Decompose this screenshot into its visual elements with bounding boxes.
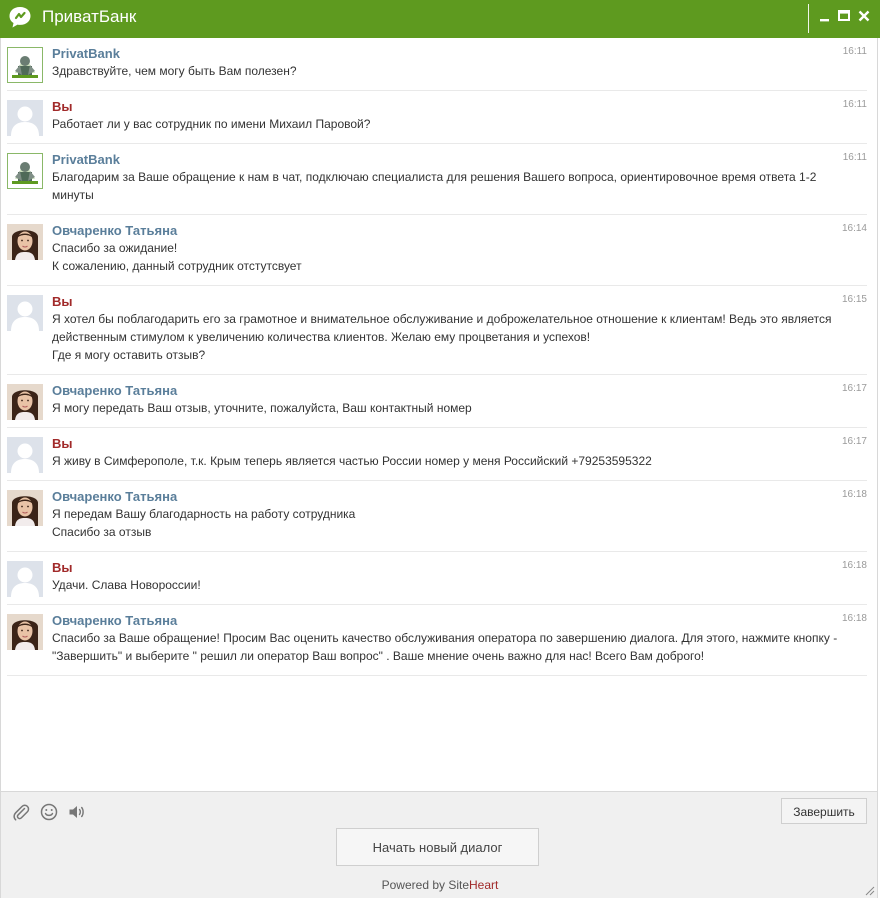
message-text: Я могу передать Ваш отзыв, уточните, пож… xyxy=(52,401,472,415)
message-time: 16:15 xyxy=(841,294,867,305)
sound-icon[interactable] xyxy=(67,802,87,822)
chat-message: Вы 16:11 Работает ли у вас сотрудник по им… xyxy=(7,91,867,144)
resize-grip-icon[interactable] xyxy=(863,884,875,896)
operator-avatar xyxy=(7,224,43,260)
chat-message: Вы 16:17 Я живу в Симферополе, т.к. Крым т… xyxy=(7,428,867,481)
message-author: Овчаренко Татьяна xyxy=(52,613,178,628)
bot-avatar xyxy=(7,153,43,189)
chat-message: PrivatBank 16:11 Здравствуйте, чем могу бы… xyxy=(7,38,867,91)
message-text: К сожалению, данный сотрудник отстутсвуе… xyxy=(52,259,302,273)
chat-message: Овчаренко Татьяна 16:18 Спасибо за Ваше об… xyxy=(7,605,867,676)
title-bar: ПриватБанк xyxy=(0,0,880,38)
message-author: PrivatBank xyxy=(52,152,120,167)
titlebar-divider xyxy=(808,4,809,33)
operator-avatar xyxy=(7,490,43,526)
smiley-icon[interactable] xyxy=(39,802,59,822)
message-text: Я хотел бы поблагодарить его за грамотно… xyxy=(52,312,832,344)
user-avatar xyxy=(7,561,43,597)
chat-message: Вы 16:15 Я хотел бы поблагодарить его за г… xyxy=(7,286,867,375)
message-time: 16:18 xyxy=(841,489,867,500)
user-avatar xyxy=(7,100,43,136)
message-text: Благодарим за Ваше обращение к нам в чат… xyxy=(52,170,817,202)
chat-message: Овчаренко Татьяна 16:17 Я могу передать Ва… xyxy=(7,375,867,428)
message-author: PrivatBank xyxy=(52,46,120,61)
message-text: Я передам Вашу благодарность на работу с… xyxy=(52,507,356,521)
message-time: 16:14 xyxy=(841,223,867,234)
message-text: Работает ли у вас сотрудник по имени Мих… xyxy=(52,117,371,131)
bot-avatar xyxy=(7,47,43,83)
message-time: 16:17 xyxy=(841,436,867,447)
powered-by-heart[interactable]: Heart xyxy=(469,878,498,892)
new-dialog-button[interactable]: Начать новый диалог xyxy=(336,828,539,866)
operator-avatar xyxy=(7,384,43,420)
message-author: Вы xyxy=(52,436,73,451)
chat-message: PrivatBank 16:11 Благодарим за Ваше обраще… xyxy=(7,144,867,215)
finish-button[interactable]: Завершить xyxy=(781,798,867,824)
message-text: Я живу в Симферополе, т.к. Крым теперь я… xyxy=(52,454,652,468)
window-title: ПриватБанк xyxy=(42,7,137,26)
message-text: Где я могу оставить отзыв? xyxy=(52,348,206,362)
close-icon[interactable] xyxy=(856,8,872,24)
chat-message: Овчаренко Татьяна 16:14 Спасибо за ожидани… xyxy=(7,215,867,286)
message-author: Вы xyxy=(52,294,73,309)
message-time: 16:11 xyxy=(842,152,867,163)
powered-by-site: Site xyxy=(448,878,470,892)
message-time: 16:11 xyxy=(842,46,867,57)
message-time: 16:17 xyxy=(841,383,867,394)
message-author: Овчаренко Татьяна xyxy=(52,223,178,238)
paperclip-icon[interactable] xyxy=(11,802,31,822)
chat-history[interactable]: PrivatBank 16:11 Здравствуйте, чем могу бы… xyxy=(0,38,878,791)
message-text: Спасибо за Ваше обращение! Просим Вас оц… xyxy=(52,631,838,663)
message-author: Овчаренко Татьяна xyxy=(52,383,178,398)
message-time: 16:18 xyxy=(841,560,867,571)
input-panel: Завершить Начать новый диалог Powered by… xyxy=(0,791,878,898)
operator-avatar xyxy=(7,614,43,650)
message-text: Спасибо за ожидание! xyxy=(52,241,178,255)
message-text: Спасибо за отзыв xyxy=(52,525,152,539)
user-avatar xyxy=(7,295,43,331)
message-author: Вы xyxy=(52,560,73,575)
chat-message: Овчаренко Татьяна 16:18 Я передам Вашу бла… xyxy=(7,481,867,552)
powered-by-prefix: Powered by xyxy=(381,878,449,892)
chat-message: Вы 16:18 Удачи. Слава Новороссии! xyxy=(7,552,867,605)
chat-logo-icon xyxy=(9,7,31,28)
message-text: Здравствуйте, чем могу быть Вам полезен? xyxy=(52,64,297,78)
message-author: Овчаренко Татьяна xyxy=(52,489,178,504)
minimize-icon[interactable] xyxy=(817,8,833,24)
message-author: Вы xyxy=(52,99,73,114)
message-time: 16:11 xyxy=(842,99,867,110)
message-text: Удачи. Слава Новороссии! xyxy=(52,578,201,592)
user-avatar xyxy=(7,437,43,473)
message-time: 16:18 xyxy=(841,613,867,624)
powered-by: Powered by SiteHeart xyxy=(1,878,879,892)
maximize-icon[interactable] xyxy=(836,8,852,24)
